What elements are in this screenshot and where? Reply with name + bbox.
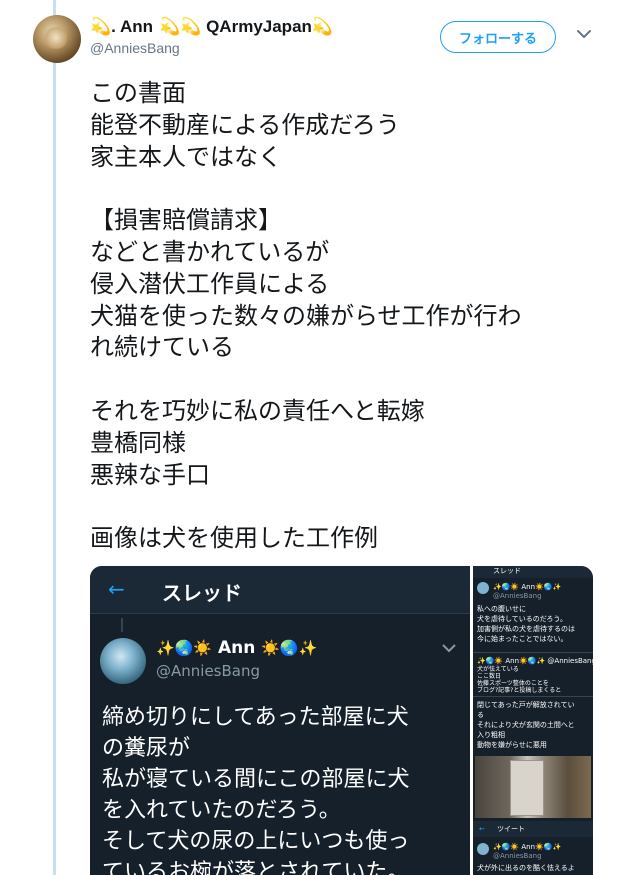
side-tweet-1: ✨🌏☀️ Ann☀️🌏✨ @AnniesBang 私への腹いせに 犬を虐待してい… xyxy=(473,580,593,652)
side-text-line: ここ数日 xyxy=(477,673,502,680)
side-name-2: ✨🌏☀️ Ann☀️🌏✨ @AnniesBang xyxy=(477,657,593,665)
side-text-line: 閉じてあった戸が解放されてい xyxy=(477,701,575,709)
tweet-line: 家主本人ではなく xyxy=(90,142,282,171)
media-image-side[interactable]: スレッド ✨🌏☀️ Ann☀️🌏✨ @AnniesBang 私への腹いせに 犬を… xyxy=(473,566,593,875)
tweet-line: 豊橋同様 xyxy=(90,428,186,457)
tweet-line xyxy=(90,364,600,396)
sparkle-icon: ☀️🌏✨ xyxy=(261,639,318,657)
media-title: スレッド xyxy=(162,581,242,605)
side-divider xyxy=(473,696,593,697)
tweet-line: 犬猫を使った数々の嫌がらせ工作が行わ xyxy=(90,301,522,330)
media-text-line: 締め切りにしてあった部屋に犬 xyxy=(102,705,409,730)
side-tweet-bar-label: ツイート xyxy=(497,825,525,833)
media-author-name: ✨🌏☀️ Ann ☀️🌏✨ xyxy=(156,638,317,658)
side-text-line: 動物を嫌がらせに悪用 xyxy=(477,741,547,749)
side-tweet-2: ✨🌏☀️ Ann☀️🌏✨ @AnniesBang 犬が怯えている ここ数日 佐藤… xyxy=(473,654,593,696)
side-text-line: 犬が怯えている xyxy=(477,666,519,673)
media-avatar xyxy=(100,638,146,684)
media-text-line: そして犬の尿の上にいつも使っ xyxy=(102,829,410,854)
media-text-line: の糞尿が xyxy=(102,736,191,761)
media-text: 締め切りにしてあった部屋に犬 の糞尿が 私が寝ている間にこの部屋に犬 を入れてい… xyxy=(102,702,464,875)
side-text-line: 犬が外に出るのを酷く怯えるよ xyxy=(477,864,575,872)
media-thread-line xyxy=(121,618,123,632)
tweet-line xyxy=(90,491,600,523)
side-tweet-4: ✨🌏☀️ Ann☀️🌏✨ @AnniesBang 犬が外に出るのを酷く怯えるよ xyxy=(473,839,593,875)
side-text-line: 加害側が私の犬を虐待するのは xyxy=(477,625,575,633)
display-name-prefix: 💫. Ann xyxy=(90,17,154,36)
media-text-line: ているお椀が落とされていた。 xyxy=(102,860,410,875)
display-name-suffix: 💫💫 QArmyJapan💫 xyxy=(159,17,334,36)
tweet-line: 能登不動産による作成だろう xyxy=(90,110,400,139)
media-name-text: Ann xyxy=(217,638,256,658)
media-handle: @AnniesBang xyxy=(156,662,260,680)
side-handle-3: @AnniesBang xyxy=(493,852,542,860)
side-tweet-3: 閉じてあった戸が解放されてい る それにより犬が玄関の土間へと 入り粗相 動物を… xyxy=(473,698,593,754)
tweet-line: れ続けている xyxy=(90,333,234,362)
tweet-text: この書面 能登不動産による作成だろう 家主本人ではなく 【損害賠償請求】 などと… xyxy=(90,78,600,555)
avatar[interactable] xyxy=(33,15,81,63)
side-photo-door xyxy=(510,760,544,816)
tweet-line: それを巧妙に私の責任へと転嫁 xyxy=(90,396,425,425)
back-arrow-icon: ← xyxy=(479,825,485,833)
chevron-down-icon[interactable] xyxy=(576,26,592,42)
side-topbar: スレッド xyxy=(473,566,593,578)
follow-button[interactable]: フォローする xyxy=(440,21,556,53)
side-text-line: それにより犬が玄関の土間へと xyxy=(477,721,575,729)
back-arrow-icon: ← xyxy=(108,577,125,601)
side-divider xyxy=(473,652,593,653)
side-handle-1: @AnniesBang xyxy=(493,592,542,600)
tweet-line xyxy=(90,173,600,205)
media-text-line: 私が寝ている間にこの部屋に犬 xyxy=(102,767,410,792)
chevron-down-icon xyxy=(442,642,456,656)
side-avatar xyxy=(477,582,489,594)
thread-connector-line xyxy=(53,0,56,875)
author-handle[interactable]: @AnniesBang xyxy=(90,40,180,56)
side-text-line: 私への腹いせに xyxy=(477,605,526,613)
tweet-line: この書面 xyxy=(90,79,186,107)
side-tweet-bar: ← ツイート xyxy=(473,821,593,837)
side-top-title: スレッド xyxy=(493,567,521,575)
side-text-line: る xyxy=(477,711,484,719)
author-name-row[interactable]: 💫. Ann 💫💫 QArmyJapan💫 xyxy=(90,17,333,37)
tweet-line: 画像は犬を使用した工作例 xyxy=(90,524,378,553)
tweet-line: 侵入潜伏工作員による xyxy=(90,269,330,298)
tweet-line: などと書かれているが xyxy=(90,237,330,266)
side-text-line: 佐藤スポーツ整体のことを xyxy=(477,680,549,687)
side-text-line: 入り粗相 xyxy=(477,731,505,739)
side-photo xyxy=(475,756,591,818)
tweet-media-grid[interactable]: ← スレッド ✨🌏☀️ Ann ☀️🌏✨ @AnniesBang 締め切りにして… xyxy=(90,566,593,875)
side-text-line: ブログ?記事?と投稿しまくると xyxy=(477,687,562,694)
media-image-main[interactable]: ← スレッド ✨🌏☀️ Ann ☀️🌏✨ @AnniesBang 締め切りにして… xyxy=(90,566,470,875)
tweet-line: 【損害賠償請求】 xyxy=(90,206,282,235)
side-text-line: 今に始まったことではない。 xyxy=(477,635,568,643)
sparkle-icon: ✨🌏☀️ xyxy=(156,639,213,657)
tweet-line: 悪辣な手口 xyxy=(90,460,210,489)
media-topbar: ← スレッド xyxy=(90,566,470,614)
side-text-line: 犬を虐待しているのだろう。 xyxy=(477,615,567,623)
media-text-line: を入れていたのだろう。 xyxy=(102,798,341,823)
side-avatar xyxy=(477,843,489,855)
